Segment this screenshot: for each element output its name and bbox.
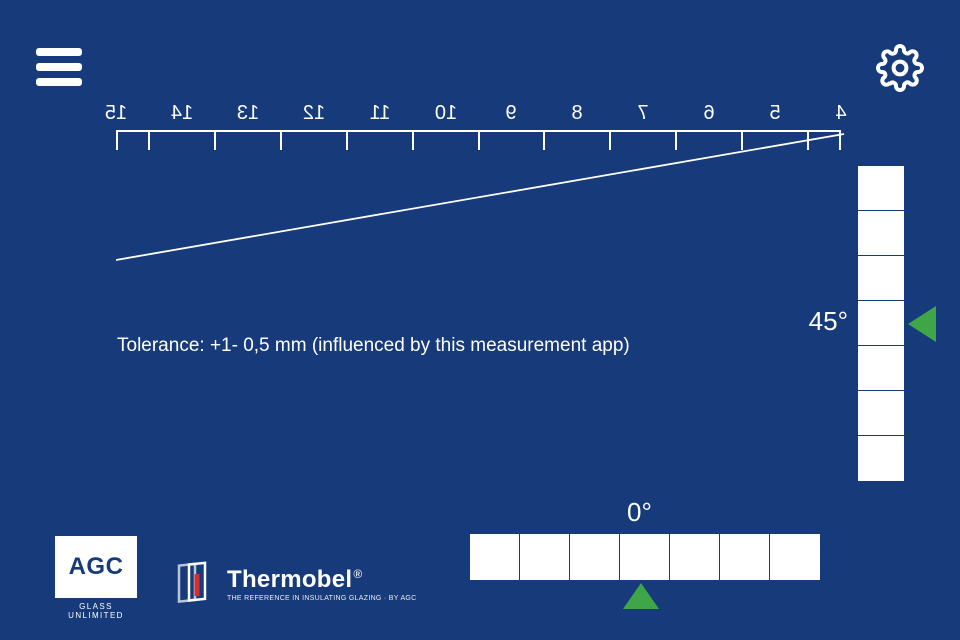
ruler-tick (839, 132, 841, 150)
gear-icon (876, 44, 924, 92)
horizontal-scale (470, 534, 820, 580)
scale-cell (858, 166, 904, 211)
ruler-tick (280, 132, 282, 150)
scale-cell (858, 391, 904, 436)
scale-cell (470, 534, 520, 580)
vertical-angle-value: 45° (809, 306, 848, 337)
agc-logo-text: AGC (69, 553, 124, 581)
scale-cell (858, 256, 904, 301)
scale-cell (858, 346, 904, 391)
agc-logo-sub: GLASS UNLIMITED (55, 602, 137, 620)
ruler-tick (741, 132, 743, 150)
thermobel-text: Thermobel® THE REFERENCE IN INSULATING G… (227, 566, 417, 602)
ruler-label: 8 (572, 102, 583, 125)
ruler-tick (412, 132, 414, 150)
menu-bar-icon (36, 48, 82, 56)
ruler-label: 15 (105, 102, 127, 125)
ruler-label: 12 (303, 102, 325, 125)
menu-bar-icon (36, 78, 82, 86)
ruler-label: 5 (770, 102, 781, 125)
agc-logo-box: AGC (55, 536, 137, 598)
ruler-tick (346, 132, 348, 150)
ruler-tick (675, 132, 677, 150)
scale-cell (720, 534, 770, 580)
horizontal-indicator-arrow[interactable] (623, 583, 659, 609)
ruler-tick (807, 132, 809, 150)
scale-cell (858, 301, 904, 346)
ruler-tick (116, 132, 118, 150)
registered-icon: ® (353, 567, 362, 581)
ruler-label: 6 (704, 102, 715, 125)
thermobel-icon (175, 560, 215, 608)
ruler-tick (543, 132, 545, 150)
ruler-label: 14 (171, 102, 193, 125)
ruler-label: 7 (638, 102, 649, 125)
ruler-label: 4 (835, 102, 846, 125)
vertical-indicator-arrow[interactable] (908, 306, 936, 342)
ruler-tick (214, 132, 216, 150)
ruler-label: 13 (237, 102, 259, 125)
menu-bar-icon (36, 63, 82, 71)
scale-cell (570, 534, 620, 580)
top-ruler: 151413121110987654 (116, 130, 841, 166)
settings-button[interactable] (876, 44, 924, 97)
horizontal-angle-value: 0° (627, 497, 652, 528)
scale-cell (770, 534, 820, 580)
ruler-label: 9 (506, 102, 517, 125)
thermobel-brand: Thermobel (227, 566, 352, 593)
ruler-tick (478, 132, 480, 150)
tolerance-text: Tolerance: +1- 0,5 mm (influenced by thi… (117, 335, 630, 357)
vertical-scale (858, 166, 904, 481)
agc-logo: AGC GLASS UNLIMITED (55, 536, 137, 620)
ruler-tick (148, 132, 150, 150)
menu-button[interactable] (36, 48, 82, 86)
scale-cell (858, 211, 904, 256)
scale-cell (858, 436, 904, 481)
thermobel-tag: THE REFERENCE IN INSULATING GLAZING · BY… (227, 595, 417, 602)
scale-cell (620, 534, 670, 580)
ruler-label: 11 (369, 102, 390, 125)
thermobel-logo: Thermobel® THE REFERENCE IN INSULATING G… (175, 560, 417, 608)
ruler-label: 10 (434, 102, 456, 125)
scale-cell (520, 534, 570, 580)
ruler-tick (609, 132, 611, 150)
scale-cell (670, 534, 720, 580)
